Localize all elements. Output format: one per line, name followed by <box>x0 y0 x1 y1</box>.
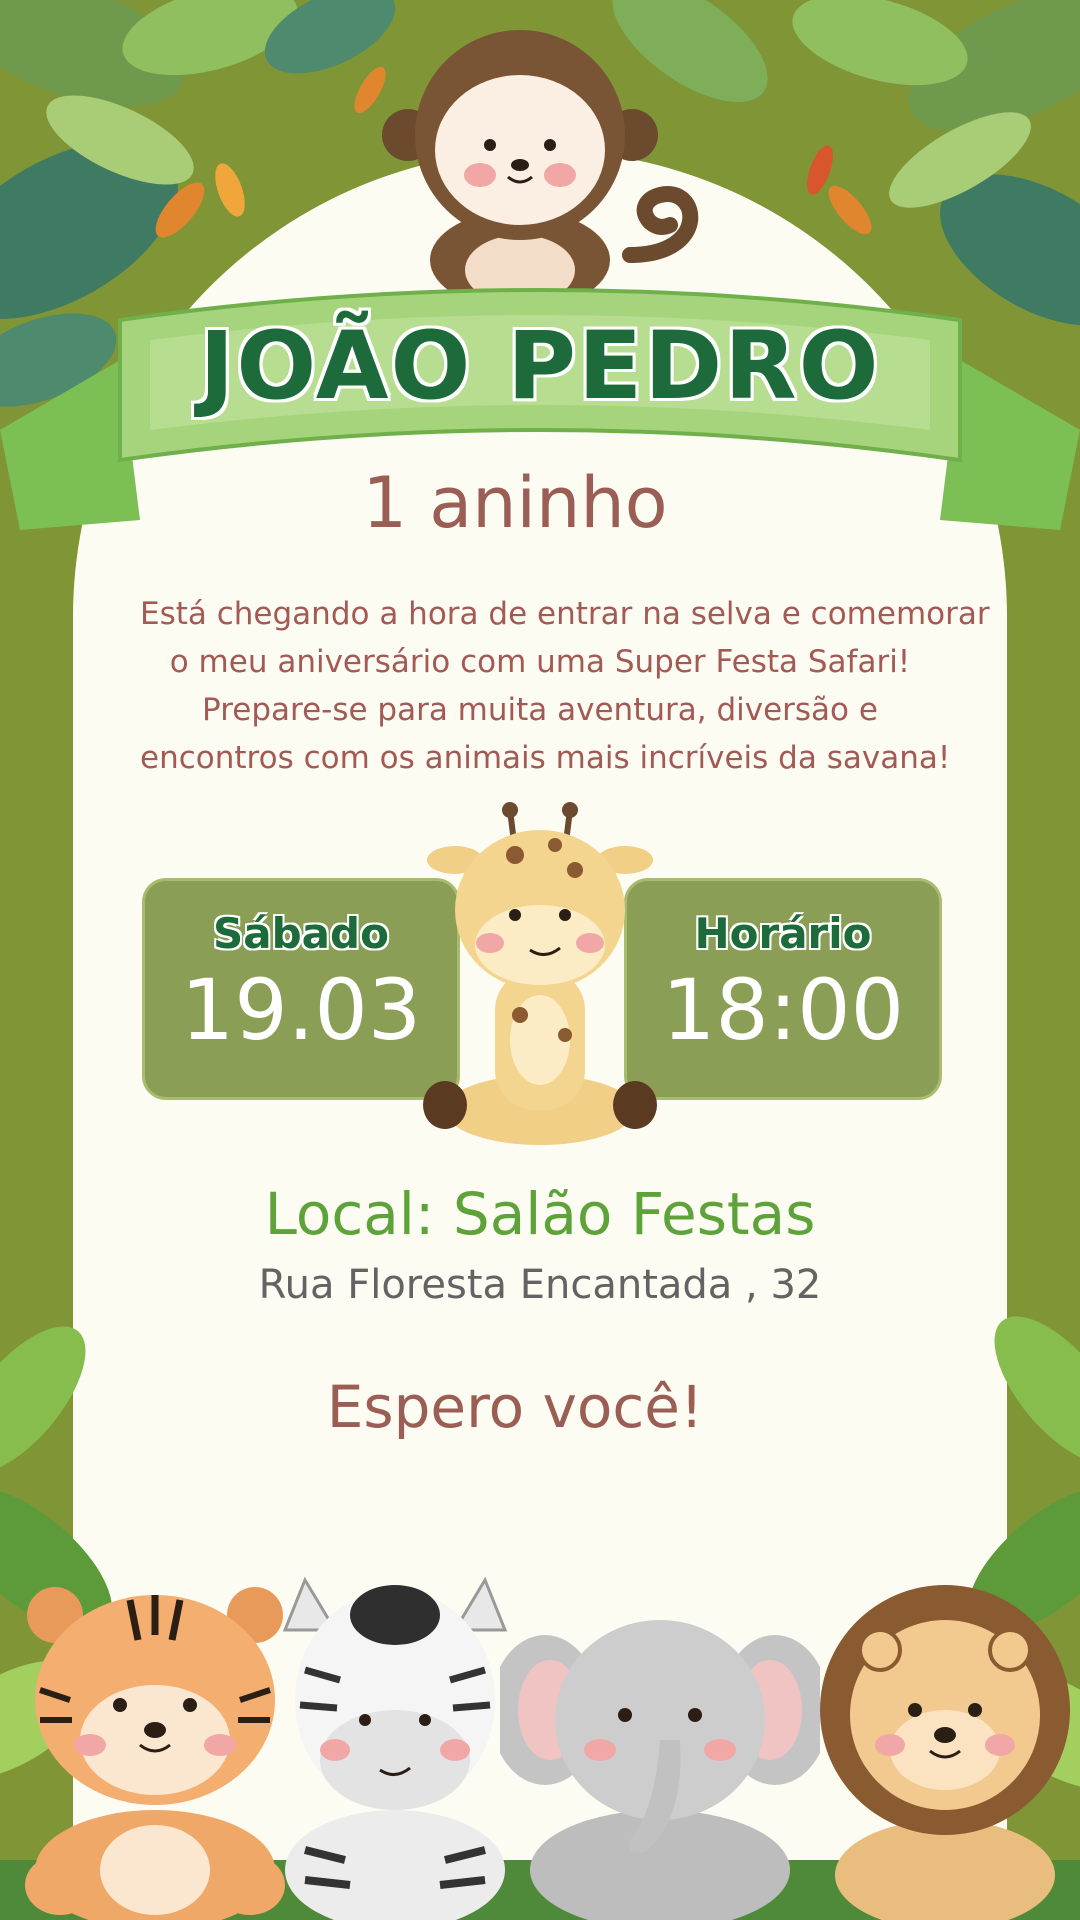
elephant-icon <box>500 1620 820 1920</box>
date-box: Sábado 19.03 <box>142 878 460 1100</box>
date-value: 19.03 <box>180 961 422 1059</box>
venue-title: Local: Salão Festas <box>264 1180 816 1248</box>
time-label: Horário <box>694 909 872 958</box>
invitation-message: Está chegando a hora de entrar na selva … <box>140 590 990 782</box>
message-line: Prepare-se para muita aventura, diversão… <box>202 692 878 728</box>
message-line: o meu aniversário com uma Super Festa Sa… <box>169 644 911 680</box>
message-line: encontros com os animais mais incríveis … <box>140 740 951 776</box>
giraffe-icon <box>423 802 657 1145</box>
message-line: Está chegando a hora de entrar na selva … <box>140 596 990 632</box>
tiger-icon <box>25 1587 285 1920</box>
time-value: 18:00 <box>661 961 905 1059</box>
zebra-icon <box>282 1576 508 1920</box>
age-subtitle: 1 aninho <box>362 462 668 544</box>
date-label: Sábado <box>213 909 389 958</box>
lion-icon <box>820 1585 1070 1920</box>
invitation-card: JOÃO PEDRO 1 aninho Está chegando a hora… <box>0 0 1080 1920</box>
monkey-icon <box>382 30 699 295</box>
time-box: Horário 18:00 <box>624 878 942 1100</box>
child-name: JOÃO PEDRO <box>199 312 881 421</box>
